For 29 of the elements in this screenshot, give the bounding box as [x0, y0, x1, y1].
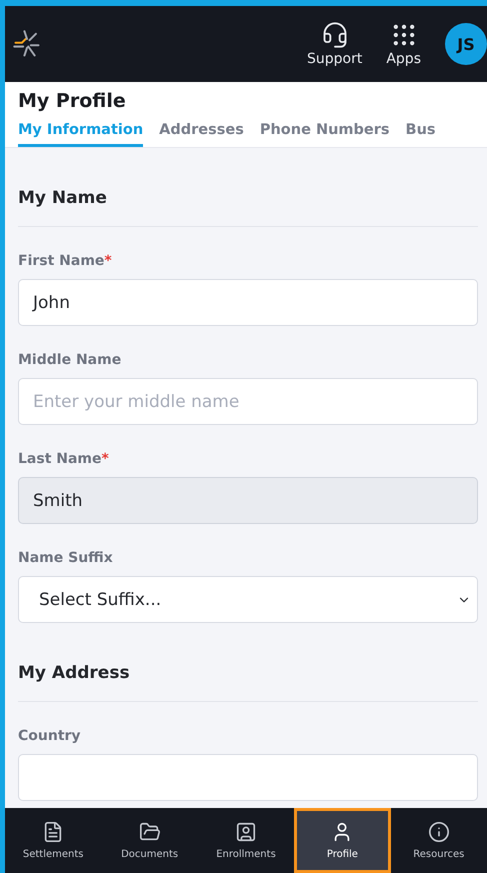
field-label-text: Country	[18, 728, 81, 744]
tab[interactable]: Addresses	[159, 122, 244, 147]
nav-item[interactable]: Enrollments	[198, 808, 294, 873]
field-label-text: Last Name	[18, 451, 102, 467]
field-label-text: Name Suffix	[18, 550, 113, 566]
logo-icon	[13, 30, 41, 58]
tab[interactable]: Phone Numbers	[260, 122, 390, 147]
field-label-text: First Name	[18, 253, 104, 269]
input-field[interactable]	[18, 754, 478, 801]
headset-icon	[320, 21, 349, 49]
nav-item[interactable]: Settlements	[5, 808, 102, 873]
nav-item[interactable]: Documents	[101, 808, 198, 873]
support-button[interactable]: Support	[307, 21, 362, 67]
apps-button[interactable]: Apps	[386, 21, 421, 67]
required-mark: *	[102, 451, 109, 467]
input-field[interactable]: John	[18, 279, 478, 326]
section-title: My Address	[18, 623, 478, 702]
required-mark: *	[104, 253, 112, 269]
suffix-select[interactable]: Select Suffix...	[18, 576, 478, 623]
info-icon	[428, 821, 450, 843]
tab[interactable]: Bus	[406, 122, 436, 147]
page-title: My Profile	[18, 90, 127, 112]
folder-icon	[138, 821, 161, 843]
user-avatar[interactable]: JS	[445, 23, 487, 65]
field-label-text: Middle Name	[18, 352, 122, 368]
id-card-icon	[234, 821, 257, 843]
section-title: My Name	[18, 148, 478, 227]
nav-item[interactable]: Resources	[390, 808, 487, 873]
nav-item[interactable]: Profile	[294, 808, 391, 873]
